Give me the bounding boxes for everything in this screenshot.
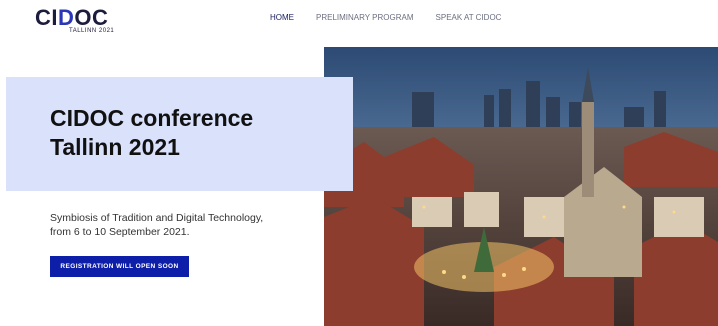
description-line-2: from 6 to 10 September 2021. [50, 226, 190, 238]
description-line-1: Symbiosis of Tradition and Digital Techn… [50, 212, 264, 224]
hero-description: Symbiosis of Tradition and Digital Techn… [50, 211, 290, 239]
page-title: CIDOC conference Tallinn 2021 [50, 104, 353, 162]
logo-subtitle: TALLINN 2021 [69, 28, 115, 34]
hero-title-box: CIDOC conference Tallinn 2021 [6, 77, 353, 191]
logo-wordmark: CIDOC [35, 6, 108, 30]
cidoc-logo[interactable]: CIDOC TALLINN 2021 [35, 6, 115, 36]
logo-text-oc: OC [74, 5, 109, 30]
nav-preliminary-program[interactable]: PRELIMINARY PROGRAM [316, 13, 414, 22]
nav-home[interactable]: HOME [270, 13, 294, 22]
nav-speak-at-cidoc[interactable]: SPEAK AT CIDOC [436, 13, 502, 22]
registration-button[interactable]: REGISTRATION WILL OPEN SOON [50, 256, 189, 277]
logo-text-ci: CI [35, 5, 58, 30]
tallinn-old-town-photo [324, 47, 718, 326]
logo-text-d: D [58, 5, 75, 30]
title-line-1: CIDOC conference [50, 105, 254, 131]
main-nav: HOME PRELIMINARY PROGRAM SPEAK AT CIDOC [270, 13, 501, 22]
title-line-2: Tallinn 2021 [50, 134, 180, 160]
